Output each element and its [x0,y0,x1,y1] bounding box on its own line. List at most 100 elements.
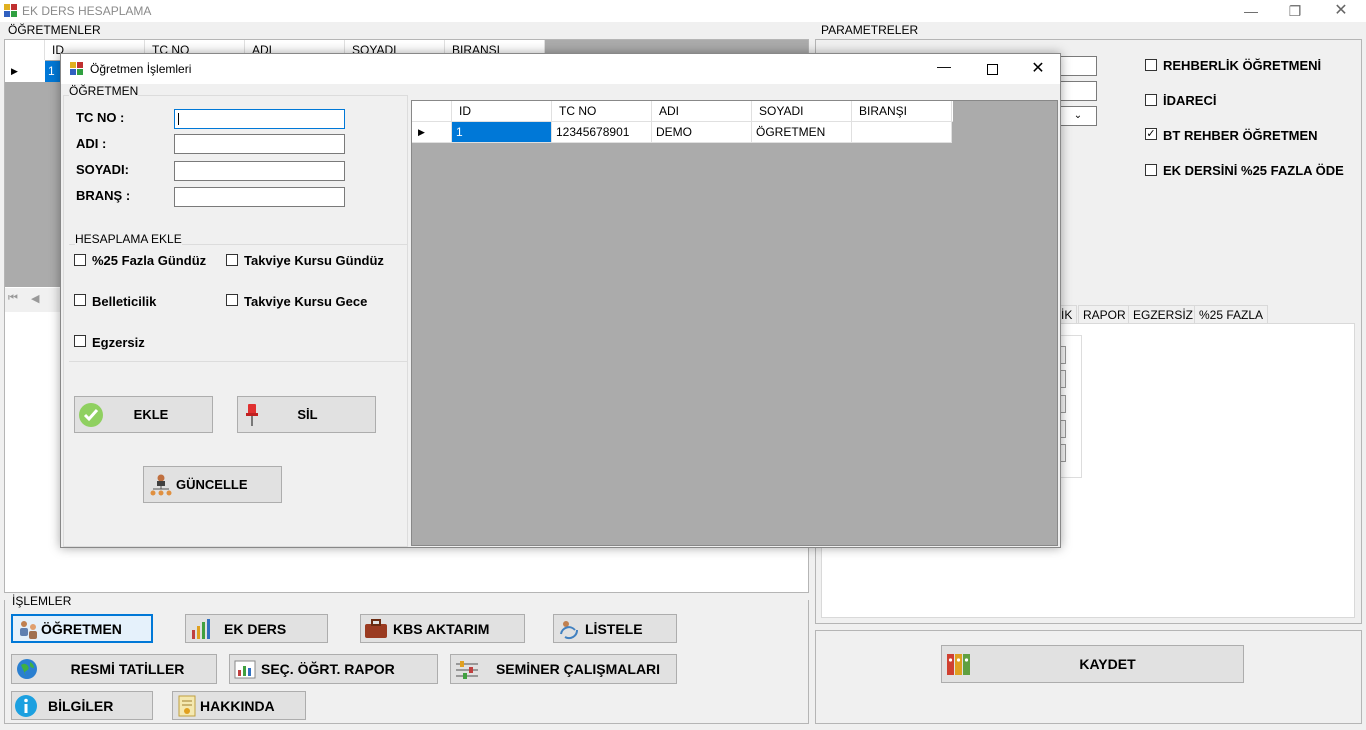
about-button[interactable]: HAKKINDA [172,691,306,720]
egzersiz-checkbox[interactable] [74,335,86,347]
dialog-close-button[interactable]: ✕ [1023,58,1053,78]
cell-tc[interactable]: 12345678901 [552,122,652,143]
election-report-button[interactable]: SEÇ. ÖĞRT. RAPOR [229,654,438,684]
update-button[interactable]: GÜNCELLE [143,466,282,503]
kbs-label: KBS AKTARIM [393,620,490,637]
row-header-cell [5,40,45,60]
dialog-minimize-button[interactable]: — [929,58,959,74]
info-button[interactable]: BİLGİLER [11,691,153,720]
bt-rehber-checkbox[interactable]: ✓ [1145,128,1157,140]
list-button[interactable]: LİSTELE [553,614,677,643]
teacher-group-label: ÖĞRETMEN [69,84,139,98]
row-selector-icon[interactable]: ▶ [412,122,452,143]
params-group-label: PARAMETRELER [821,23,919,37]
column-header[interactable]: ID [452,101,552,121]
people-icon [20,620,37,639]
about-label: HAKKINDA [200,697,275,714]
teacher-label: ÖĞRETMEN [41,620,122,637]
minimize-button[interactable]: — [1228,0,1274,22]
info-label: BİLGİLER [48,697,114,714]
text-caret [178,113,179,125]
sliders-icon [456,661,478,679]
tab-egzersiz[interactable]: EGZERSİZ [1128,305,1199,323]
param-input[interactable] [1060,56,1097,76]
column-header[interactable]: ADI [652,101,752,121]
dialog-titlebar [61,54,1060,84]
pin-icon [246,403,258,426]
save-label: KAYDET [1079,656,1136,672]
column-header[interactable]: BIRANŞI [852,101,952,121]
dialog-maximize-button[interactable] [977,60,1007,78]
tc-label: TC NO : [76,110,125,125]
election-report-label: SEÇ. ÖĞRT. RAPOR [261,661,395,677]
globe-icon [17,659,37,679]
cell-id[interactable]: 1 [452,122,552,143]
bar-chart-icon [192,618,210,639]
tab-fazla[interactable]: %25 FAZLA [1194,305,1269,323]
main-titlebar [0,0,1366,22]
org-chart-icon [150,474,172,495]
dialog-title: Öğretmen İşlemleri [90,62,192,76]
add-button[interactable]: EKLE [74,396,213,433]
refresh-people-icon [560,620,579,639]
takviye-gece-checkbox[interactable] [226,294,238,306]
param-select-chevron-down-icon[interactable]: ⌄ [1060,106,1097,126]
surname-input[interactable] [174,161,345,181]
delete-button[interactable]: SİL [237,396,376,433]
report-chart-icon [234,660,256,679]
seminar-label: SEMİNER ÇALIŞMALARI [495,661,661,677]
dialog-app-icon [70,62,83,75]
egzersiz-label: Egzersiz [92,335,145,350]
row-selector-icon[interactable]: ▶ [5,60,45,82]
binding-navigator: ⏮ ◀ [5,288,65,312]
row-header-cell [412,101,452,121]
close-button[interactable]: ✕ [1318,0,1364,22]
branch-input[interactable] [174,187,345,207]
tab-rapor[interactable]: RAPOR [1078,305,1131,323]
fazla-gunduz-label: %25 Fazla Gündüz [92,253,207,268]
belleticilik-checkbox[interactable] [74,294,86,306]
holidays-label: RESMİ TATİLLER [70,661,185,677]
tc-input[interactable] [174,109,345,129]
column-header[interactable]: SOYADI [752,101,852,121]
move-previous-icon[interactable]: ◀ [31,292,39,305]
column-header[interactable]: TC NO [552,101,652,121]
param-input[interactable] [1060,81,1097,101]
ek-ders-fazla-checkbox[interactable] [1145,164,1157,176]
seminar-button[interactable]: SEMİNER ÇALIŞMALARI [450,654,677,684]
takviye-gunduz-checkbox[interactable] [226,254,238,266]
calc-group-label: HESAPLAMA EKLE [75,232,182,246]
fazla-gunduz-checkbox[interactable] [74,254,86,266]
checkmark-icon [79,402,103,427]
holidays-button[interactable]: RESMİ TATİLLER [11,654,217,684]
cell-name[interactable]: DEMO [652,122,752,143]
teacher-button[interactable]: ÖĞRETMEN [11,614,153,643]
app-icon [4,4,17,17]
ek-ders-fazla-label: EK DERSİNİ %25 FAZLA ÖDE [1163,163,1344,178]
selected-cell[interactable]: 1 [45,61,60,82]
surname-label: SOYADI: [76,162,129,177]
ek-ders-label: EK DERS [224,620,287,637]
restore-button[interactable]: ❐ [1272,0,1318,22]
dialog-grid-header: ID TC NO ADI SOYADI BIRANŞI [412,101,953,122]
teachers-group-label: ÖĞRETMENLER [8,23,101,37]
app-title: EK DERS HESAPLAMA [22,4,152,18]
save-button[interactable]: KAYDET [941,645,1244,683]
dialog-grid[interactable]: ID TC NO ADI SOYADI BIRANŞI ▶ 1 12345678… [411,100,1058,546]
bt-rehber-label: BT REHBER ÖĞRETMEN [1163,128,1318,143]
rehberlik-checkbox[interactable] [1145,59,1157,71]
idareci-checkbox[interactable] [1145,94,1157,106]
idareci-label: İDARECİ [1163,93,1217,108]
kbs-button[interactable]: KBS AKTARIM [360,614,525,643]
ek-ders-button[interactable]: EK DERS [185,614,328,643]
briefcase-icon [365,618,387,638]
binders-icon [947,654,970,675]
cell-branch[interactable] [852,122,952,143]
takviye-gece-label: Takviye Kursu Gece [244,294,368,309]
cell-surname[interactable]: ÖGRETMEN [752,122,852,143]
name-input[interactable] [174,134,345,154]
belleticilik-label: Belleticilik [92,294,157,309]
update-label: GÜNCELLE [176,477,248,492]
move-first-icon[interactable]: ⏮ [8,292,18,305]
certificate-icon [178,695,196,716]
